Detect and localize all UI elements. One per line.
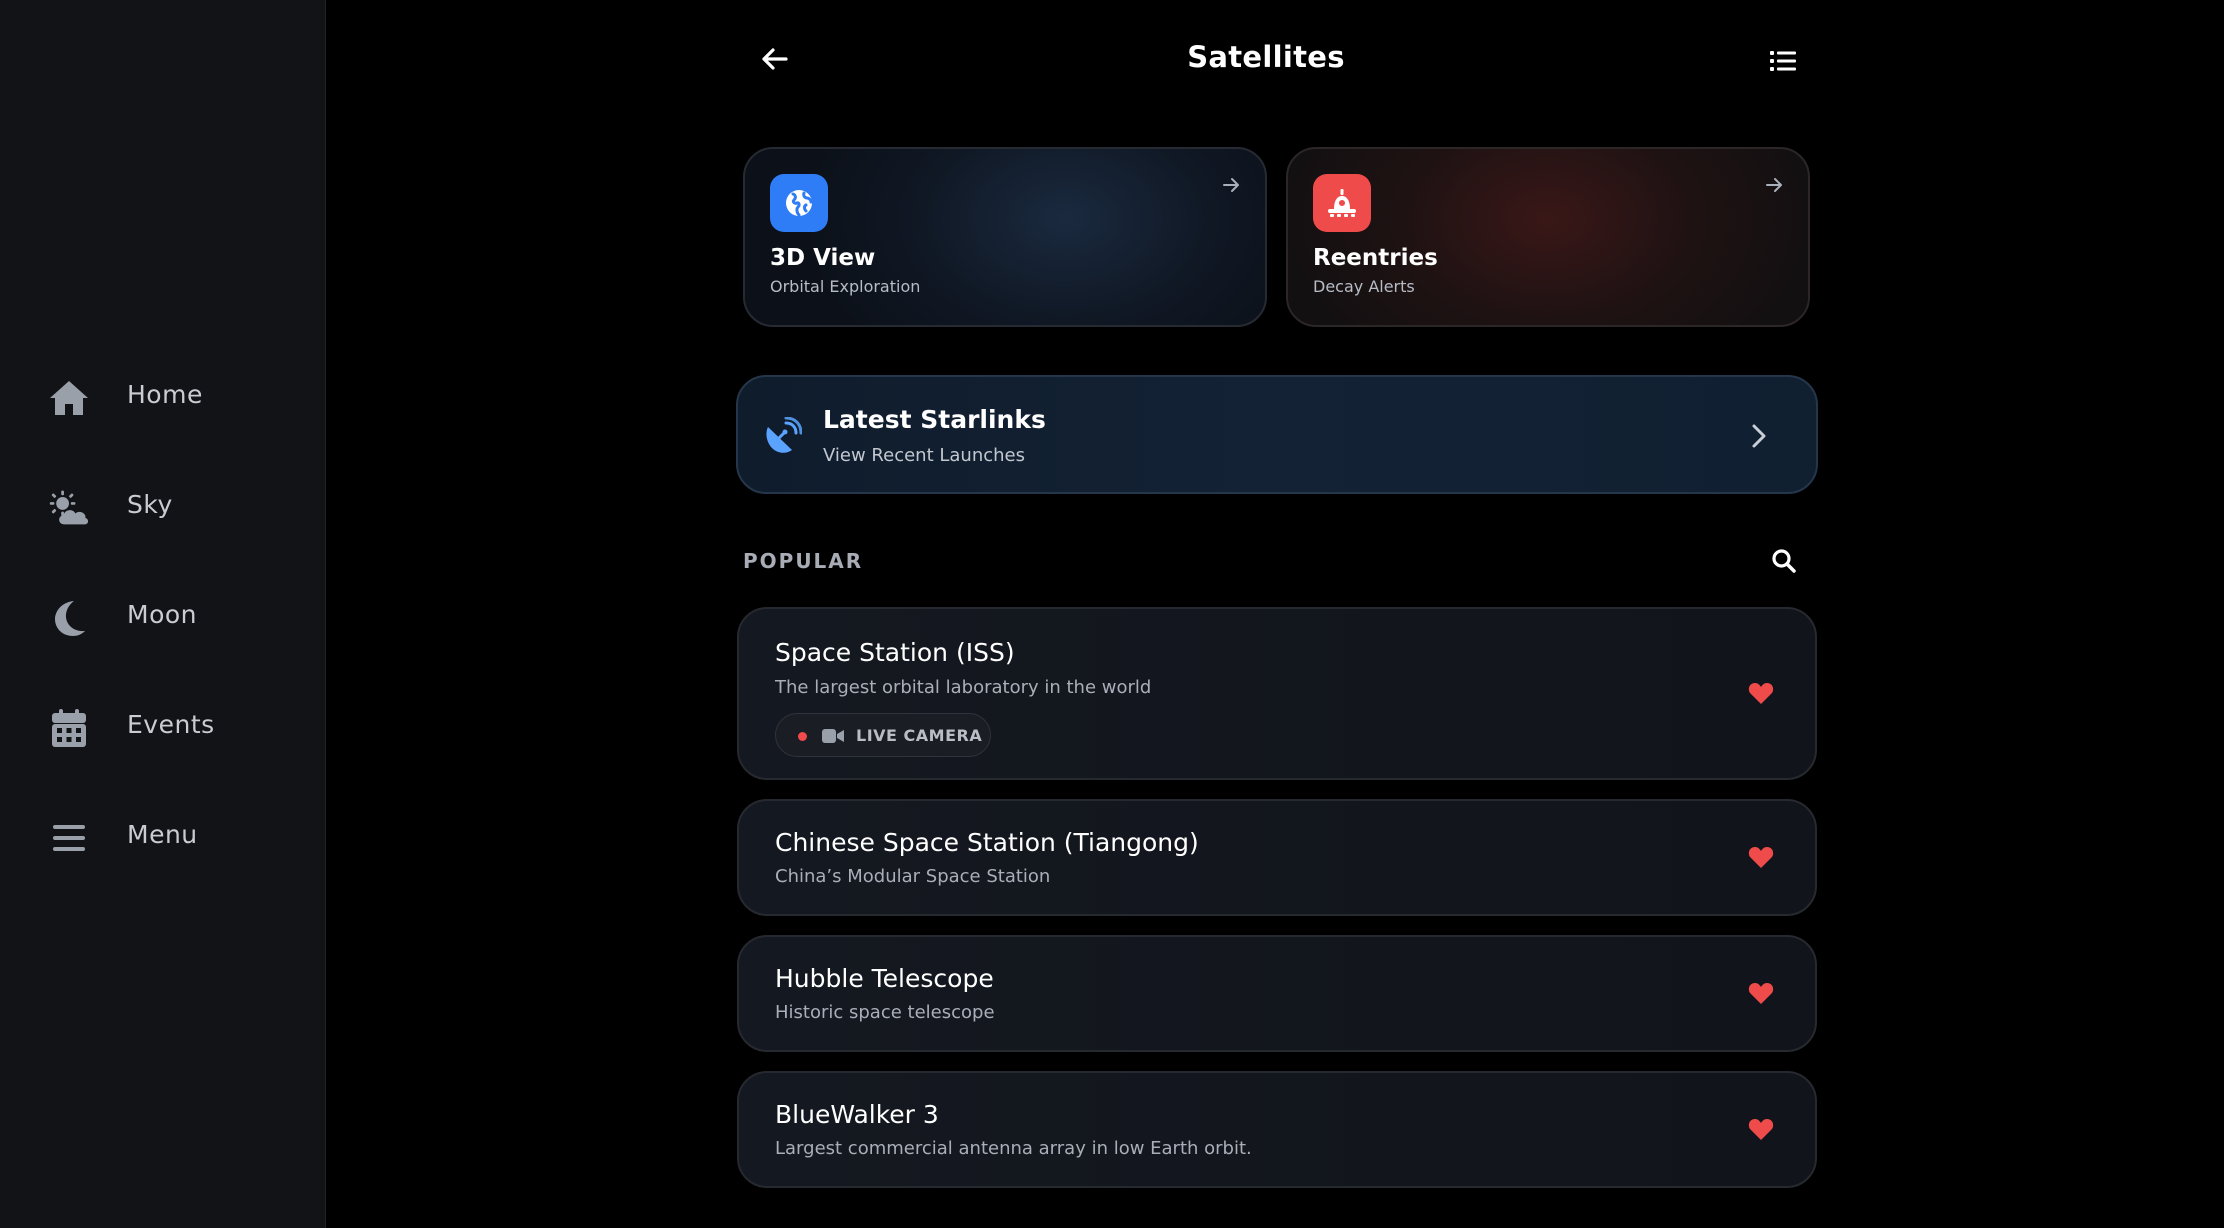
card-subtitle: Orbital Exploration [770,277,921,296]
live-camera-badge[interactable]: LIVE CAMERA [775,713,991,757]
main-content: Satellites 3D View Orbital Exploration R… [326,0,2224,1228]
satellite-name: BlueWalker 3 [775,1100,939,1129]
search-icon [1771,548,1797,578]
arrow-right-icon [1219,173,1243,197]
live-dot [798,732,807,741]
satellite-card-tiangong[interactable]: Chinese Space Station (Tiangong) China’s… [737,799,1817,916]
satellite-description: Historic space telescope [775,1002,995,1023]
card-title: Reentries [1313,245,1438,271]
favorite-button[interactable] [1745,979,1777,1011]
arrow-right-icon [1762,173,1786,197]
app-root: Home Sky Moon Events Menu Satellites 3D … [0,0,2224,1228]
favorite-button[interactable] [1745,679,1777,711]
satellite-dish-icon [760,415,804,459]
starlinks-title: Latest Starlinks [823,405,1046,434]
sidebar-item-label: Moon [127,600,198,629]
favorite-button[interactable] [1745,1115,1777,1147]
sidebar-item-menu[interactable]: Menu [0,797,326,877]
sidebar-item-label: Events [127,710,215,739]
hamburger-icon [48,817,90,859]
favorite-button[interactable] [1745,843,1777,875]
latest-starlinks-card[interactable]: Latest Starlinks View Recent Launches [736,375,1818,494]
heart-icon [1748,845,1774,873]
heart-icon [1748,1117,1774,1145]
reentry-capsule-icon [1313,174,1371,232]
satellite-description: Largest commercial antenna array in low … [775,1138,1252,1159]
satellite-description: The largest orbital laboratory in the wo… [775,677,1152,698]
card-subtitle: Decay Alerts [1313,277,1415,296]
3d-view-card[interactable]: 3D View Orbital Exploration [743,147,1267,327]
reentries-card[interactable]: Reentries Decay Alerts [1286,147,1810,327]
satellite-name: Hubble Telescope [775,964,994,993]
starlinks-subtitle: View Recent Launches [823,445,1025,466]
back-button[interactable] [757,43,793,79]
globe-icon [770,174,828,232]
satellite-card-bluewalker-3[interactable]: BlueWalker 3 Largest commercial antenna … [737,1071,1817,1188]
list-icon [1770,50,1796,76]
heart-icon [1748,981,1774,1009]
list-view-button[interactable] [1765,45,1801,81]
satellite-description: China’s Modular Space Station [775,866,1051,887]
chevron-right-icon [1744,421,1774,451]
satellite-card-hubble[interactable]: Hubble Telescope Historic space telescop… [737,935,1817,1052]
sidebar-item-home[interactable]: Home [0,357,326,437]
arrow-left-icon [762,48,788,74]
live-camera-label: LIVE CAMERA [856,726,983,745]
popular-section-label: POPULAR [743,549,864,573]
moon-icon [48,597,90,639]
sidebar: Home Sky Moon Events Menu [0,0,326,1228]
page-title: Satellites [1187,40,1345,74]
satellite-name: Chinese Space Station (Tiangong) [775,828,1199,857]
card-title: 3D View [770,245,876,271]
sidebar-item-sky[interactable]: Sky [0,467,326,547]
home-icon [48,377,90,419]
sidebar-item-label: Sky [127,490,173,519]
satellite-name: Space Station (ISS) [775,638,1015,667]
heart-icon [1748,681,1774,709]
sidebar-item-label: Home [127,380,203,409]
search-button[interactable] [1768,547,1800,579]
sidebar-item-events[interactable]: Events [0,687,326,767]
sidebar-item-label: Menu [127,820,198,849]
video-camera-icon [822,726,844,746]
sun-cloud-icon [48,487,90,529]
satellite-card-iss[interactable]: Space Station (ISS) The largest orbital … [737,607,1817,780]
calendar-icon [48,707,90,749]
sidebar-item-moon[interactable]: Moon [0,577,326,657]
